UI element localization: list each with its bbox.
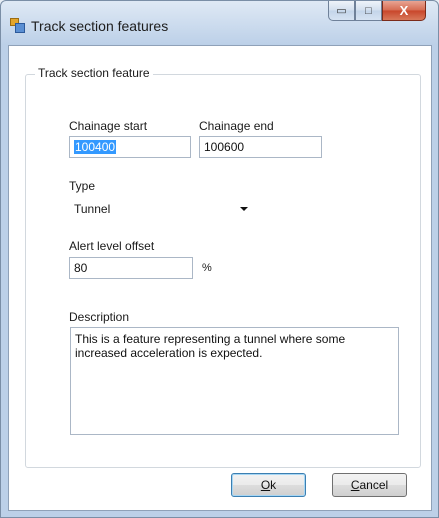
cancel-mnemonic: C xyxy=(350,478,360,492)
chainage-start-value: 100400 xyxy=(74,140,117,154)
dialog-client-area: Track section feature Chainage start 100… xyxy=(8,45,432,511)
chevron-down-icon xyxy=(240,207,248,211)
type-selected-value: Tunnel xyxy=(74,202,111,216)
alert-level-offset-input[interactable]: 80 xyxy=(69,257,193,279)
chainage-start-label: Chainage start xyxy=(69,119,148,133)
maximize-button[interactable]: □ xyxy=(355,1,382,21)
maximize-icon: □ xyxy=(365,4,372,17)
type-label: Type xyxy=(69,179,96,193)
alert-level-offset-value: 80 xyxy=(74,261,88,275)
cancel-label-rest: ancel xyxy=(359,478,389,492)
close-icon: X xyxy=(399,3,409,18)
description-value: This is a feature representing a tunnel … xyxy=(75,332,346,360)
title-bar[interactable]: Track section features ▭ □ X xyxy=(1,1,438,45)
chainage-start-input[interactable]: 100400 xyxy=(69,136,191,158)
cancel-button[interactable]: Cancel xyxy=(332,473,407,497)
ok-label-rest: k xyxy=(270,478,277,492)
caption-buttons: ▭ □ X xyxy=(328,1,426,23)
minimize-button[interactable]: ▭ xyxy=(328,1,355,21)
ok-button[interactable]: Ok xyxy=(231,473,306,497)
app-window-icon xyxy=(10,18,25,33)
chainage-end-label: Chainage end xyxy=(199,119,274,133)
percent-unit-label: % xyxy=(202,262,212,274)
description-textarea[interactable]: This is a feature representing a tunnel … xyxy=(70,327,399,435)
window-title: Track section features xyxy=(31,18,169,34)
ok-mnemonic: O xyxy=(260,478,271,492)
alert-level-offset-label: Alert level offset xyxy=(69,239,155,253)
dialog-window: Track section features ▭ □ X Track secti… xyxy=(0,0,439,518)
chainage-end-value: 100600 xyxy=(204,140,245,154)
close-button[interactable]: X xyxy=(382,1,426,21)
description-label: Description xyxy=(69,310,130,324)
type-dropdown[interactable]: Tunnel xyxy=(69,197,256,219)
minimize-icon: ▭ xyxy=(336,5,347,17)
group-legend: Track section feature xyxy=(35,66,153,80)
chainage-end-input[interactable]: 100600 xyxy=(199,136,322,158)
